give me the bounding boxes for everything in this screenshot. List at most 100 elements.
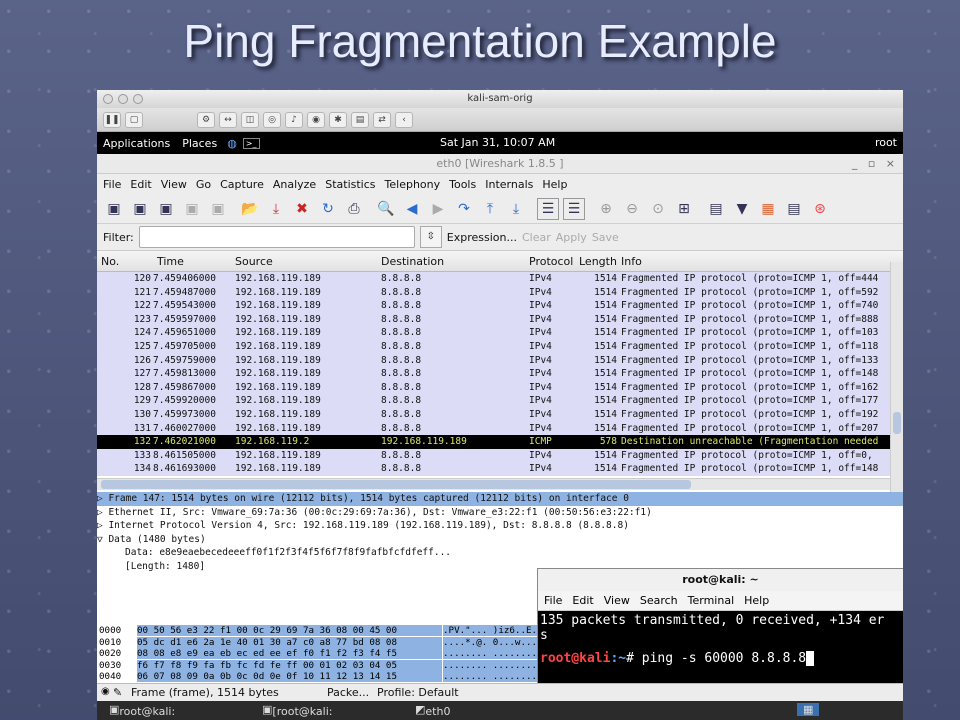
workspace-switcher[interactable]: ▦ xyxy=(797,703,820,716)
terminal-menu-help[interactable]: Help xyxy=(744,594,769,607)
col-source[interactable]: Source xyxy=(235,255,273,268)
restart-capture-icon[interactable]: ▣ xyxy=(207,198,229,220)
menu-statistics[interactable]: Statistics xyxy=(325,178,375,191)
places-menu[interactable]: Places xyxy=(182,137,217,150)
display-filters-icon[interactable]: ▼ xyxy=(731,198,753,220)
bytes-asc[interactable]: .PV."... )iz6..E. xyxy=(443,625,537,636)
zoom-in-icon[interactable]: ⊕ xyxy=(595,198,617,220)
bluetooth-icon[interactable]: ✱ xyxy=(329,111,347,128)
zoom-dot[interactable] xyxy=(133,94,143,104)
bytes-hex[interactable]: f6 f7 f8 f9 fa fb fc fd fe ff 00 01 02 0… xyxy=(137,659,442,671)
capture-filters-icon[interactable]: ▤ xyxy=(705,198,727,220)
coloring-rules-icon[interactable]: ▦ xyxy=(757,198,779,220)
status-profile[interactable]: Profile: Default xyxy=(377,686,459,699)
sound-icon[interactable]: ♪ xyxy=(285,111,303,128)
bytes-off[interactable]: 0020 xyxy=(99,648,137,659)
col-no[interactable]: No. xyxy=(101,255,119,268)
terminal-menu-terminal[interactable]: Terminal xyxy=(688,594,735,607)
detail-ip[interactable]: ▷ Internet Protocol Version 4, Src: 192.… xyxy=(97,519,903,533)
taskbar-item-wireshark[interactable]: ◩ eth0 [Wireshark 1.8.... xyxy=(415,703,485,720)
col-destination[interactable]: Destination xyxy=(381,255,444,268)
menu-go[interactable]: Go xyxy=(196,178,211,191)
packet-row[interactable]: 128 7.459867000 192.168.119.189 8.8.8.8 IPv4… xyxy=(97,380,903,395)
col-protocol[interactable]: Protocol xyxy=(529,255,573,268)
help-icon[interactable]: ⊛ xyxy=(809,198,831,220)
packet-row[interactable]: 134 8.461693000 192.168.119.189 8.8.8.8 IPv4… xyxy=(97,462,903,476)
bytes-asc[interactable]: ....*.@. 0...w... xyxy=(443,636,537,648)
bytes-asc[interactable]: ........ ........ xyxy=(443,671,537,682)
network-icon[interactable]: ↔ xyxy=(219,111,237,128)
bytes-hex[interactable]: 05 dc d1 e6 2a 1e 40 01 30 a7 c0 a8 77 b… xyxy=(137,636,442,648)
packet-row[interactable]: 127 7.459813000 192.168.119.189 8.8.8.8 IPv4… xyxy=(97,367,903,381)
disk-icon[interactable]: ◫ xyxy=(241,111,259,128)
normal-size-icon[interactable]: ⊙ xyxy=(647,198,669,220)
bytes-asc[interactable]: ........ ........ xyxy=(443,659,537,671)
bytes-hex[interactable]: 00 50 56 e3 22 f1 00 0c 29 69 7a 36 08 0… xyxy=(137,625,442,636)
settings-icon[interactable]: ⚙ xyxy=(197,111,215,128)
menu-telephony[interactable]: Telephony xyxy=(385,178,441,191)
first-packet-icon[interactable]: ⤒ xyxy=(479,198,501,220)
packet-row[interactable]: 122 7.459543000 192.168.119.189 8.8.8.8 IPv4… xyxy=(97,299,903,313)
terminal-icon[interactable]: >_ xyxy=(242,137,260,149)
taskbar-item-terminal[interactable]: ▣ root@kali: ~ xyxy=(109,703,175,720)
bytes-hex[interactable]: 06 07 08 09 0a 0b 0c 0d 0e 0f 10 11 12 1… xyxy=(137,671,442,682)
bytes-off[interactable]: 0030 xyxy=(99,660,137,671)
bytes-asc[interactable]: ........ ........ xyxy=(443,648,537,659)
packet-row[interactable]: 125 7.459705000 192.168.119.189 8.8.8.8 IPv4… xyxy=(97,339,903,354)
packet-row[interactable]: 132 7.462021000 192.168.119.2 192.168.119.1… xyxy=(97,435,903,449)
save-icon[interactable]: ⤓ xyxy=(265,198,287,220)
packet-row[interactable]: 130 7.459973000 192.168.119.189 8.8.8.8 IPv4… xyxy=(97,407,903,422)
packet-row[interactable]: 121 7.459487000 192.168.119.189 8.8.8.8 IPv4… xyxy=(97,285,903,300)
bytes-off[interactable]: 0040 xyxy=(99,671,137,682)
packet-row[interactable]: 124 7.459651000 192.168.119.189 8.8.8.8 IPv4… xyxy=(97,326,903,340)
status-icon[interactable]: ◉ xyxy=(101,686,110,697)
close-file-icon[interactable]: ✖ xyxy=(291,198,313,220)
go-back-icon[interactable]: ◀ xyxy=(401,198,423,220)
packet-row[interactable]: 131 7.460027000 192.168.119.189 8.8.8.8 IPv4… xyxy=(97,421,903,436)
menu-file[interactable]: File xyxy=(103,178,121,191)
find-icon[interactable]: 🔍 xyxy=(375,198,397,220)
cd-icon[interactable]: ◎ xyxy=(263,111,281,128)
go-to-packet-icon[interactable]: ↷ xyxy=(453,198,475,220)
packet-row[interactable]: 120 7.459406000 192.168.119.189 8.8.8.8 IPv4… xyxy=(97,272,903,286)
detail-ethernet[interactable]: ▷ Ethernet II, Src: Vmware_69:7a:36 (00:… xyxy=(97,506,903,520)
colorize-icon[interactable]: ☰ xyxy=(537,197,559,220)
preferences-icon[interactable]: ▤ xyxy=(783,198,805,220)
packet-row[interactable]: 133 8.461505000 192.168.119.189 8.8.8.8 IPv4… xyxy=(97,448,903,463)
menu-tools[interactable]: Tools xyxy=(449,178,476,191)
menu-internals[interactable]: Internals xyxy=(485,178,533,191)
terminal-menu-file[interactable]: File xyxy=(544,594,562,607)
expression-button[interactable]: Expression... xyxy=(447,231,517,244)
close-dot[interactable] xyxy=(103,94,113,104)
vscroll-thumb[interactable] xyxy=(893,412,901,434)
col-time[interactable]: Time xyxy=(157,255,184,268)
col-info[interactable]: Info xyxy=(621,255,642,268)
menu-view[interactable]: View xyxy=(161,178,187,191)
interfaces-icon[interactable]: ▣ xyxy=(103,198,125,220)
save-filter-button[interactable]: Save xyxy=(592,231,619,244)
resize-columns-icon[interactable]: ⊞ xyxy=(673,198,695,220)
zoom-out-icon[interactable]: ⊖ xyxy=(621,198,643,220)
bytes-off[interactable]: 0010 xyxy=(99,637,137,648)
menu-help[interactable]: Help xyxy=(542,178,567,191)
open-icon[interactable]: 📂 xyxy=(239,198,261,220)
start-capture-icon[interactable]: ▣ xyxy=(155,198,177,220)
bytes-off[interactable]: 0000 xyxy=(99,625,137,636)
packet-row[interactable]: 129 7.459920000 192.168.119.189 8.8.8.8 IPv4… xyxy=(97,394,903,408)
stop-capture-icon[interactable]: ▣ xyxy=(181,198,203,220)
last-packet-icon[interactable]: ⤓ xyxy=(505,198,527,220)
applications-menu[interactable]: Applications xyxy=(103,137,170,150)
detail-frame[interactable]: ▷ Frame 147: 1514 bytes on wire (12112 b… xyxy=(97,492,903,506)
reload-icon[interactable]: ↻ xyxy=(317,198,339,220)
camera-icon[interactable]: ◉ xyxy=(307,111,325,128)
window-buttons[interactable]: _ ▫ × xyxy=(852,154,895,174)
terminal-menu-view[interactable]: View xyxy=(604,594,630,607)
apply-button[interactable]: Apply xyxy=(556,231,587,244)
horizontal-scrollbar[interactable] xyxy=(97,478,903,490)
vertical-scrollbar[interactable] xyxy=(890,262,903,492)
menu-analyze[interactable]: Analyze xyxy=(273,178,316,191)
menu-edit[interactable]: Edit xyxy=(130,178,151,191)
scroll-thumb[interactable] xyxy=(101,480,691,489)
packet-row[interactable]: 123 7.459597000 192.168.119.189 8.8.8.8 IPv4… xyxy=(97,312,903,327)
autoscroll-icon[interactable]: ☰ xyxy=(563,197,585,220)
